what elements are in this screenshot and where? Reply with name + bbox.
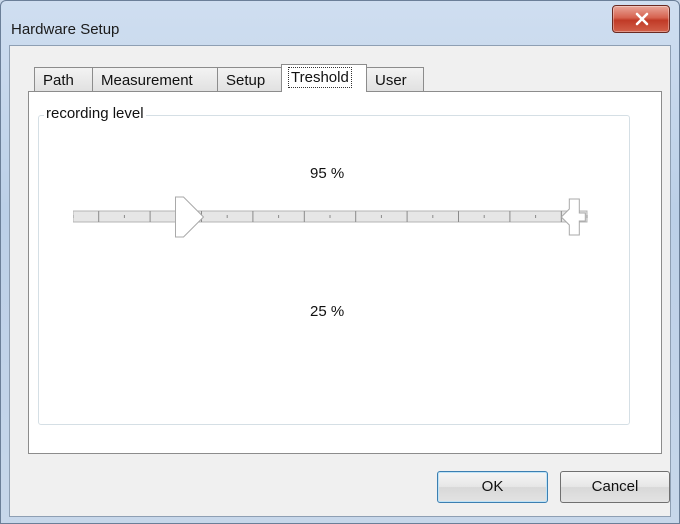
lower-threshold-value: 25 %	[310, 303, 345, 320]
tab-user-label: User	[375, 72, 407, 89]
close-button[interactable]	[612, 5, 670, 33]
tab-path[interactable]: Path	[34, 67, 93, 91]
cancel-button[interactable]: Cancel	[560, 471, 670, 503]
tab-measurement-label: Measurement	[101, 72, 193, 89]
upper-threshold-thumb[interactable]	[560, 198, 586, 236]
upper-threshold-value: 95 %	[310, 165, 345, 182]
hardware-setup-window: Hardware Setup Path Measurement Setup Tr…	[0, 0, 680, 524]
title-bar[interactable]: Hardware Setup	[1, 1, 679, 45]
tab-treshold-label: Treshold	[288, 67, 352, 88]
recording-level-label: recording level	[44, 105, 146, 122]
tab-treshold[interactable]: Treshold	[281, 64, 367, 92]
treshold-tab-panel: recording level 95 % 25 %	[28, 91, 662, 454]
window-title: Hardware Setup	[11, 21, 120, 38]
lower-threshold-thumb[interactable]	[175, 196, 205, 238]
close-icon	[635, 12, 649, 26]
ok-button[interactable]: OK	[437, 471, 548, 503]
recording-level-group: recording level 95 % 25 %	[38, 105, 630, 425]
tab-setup-label: Setup	[226, 72, 266, 89]
threshold-range-slider[interactable]	[73, 196, 593, 240]
tab-user[interactable]: User	[366, 67, 424, 91]
dialog-client-area: Path Measurement Setup Treshold User rec…	[9, 45, 671, 517]
tab-setup[interactable]: Setup	[217, 67, 282, 91]
tab-measurement[interactable]: Measurement	[92, 67, 218, 91]
tab-path-label: Path	[43, 72, 74, 89]
